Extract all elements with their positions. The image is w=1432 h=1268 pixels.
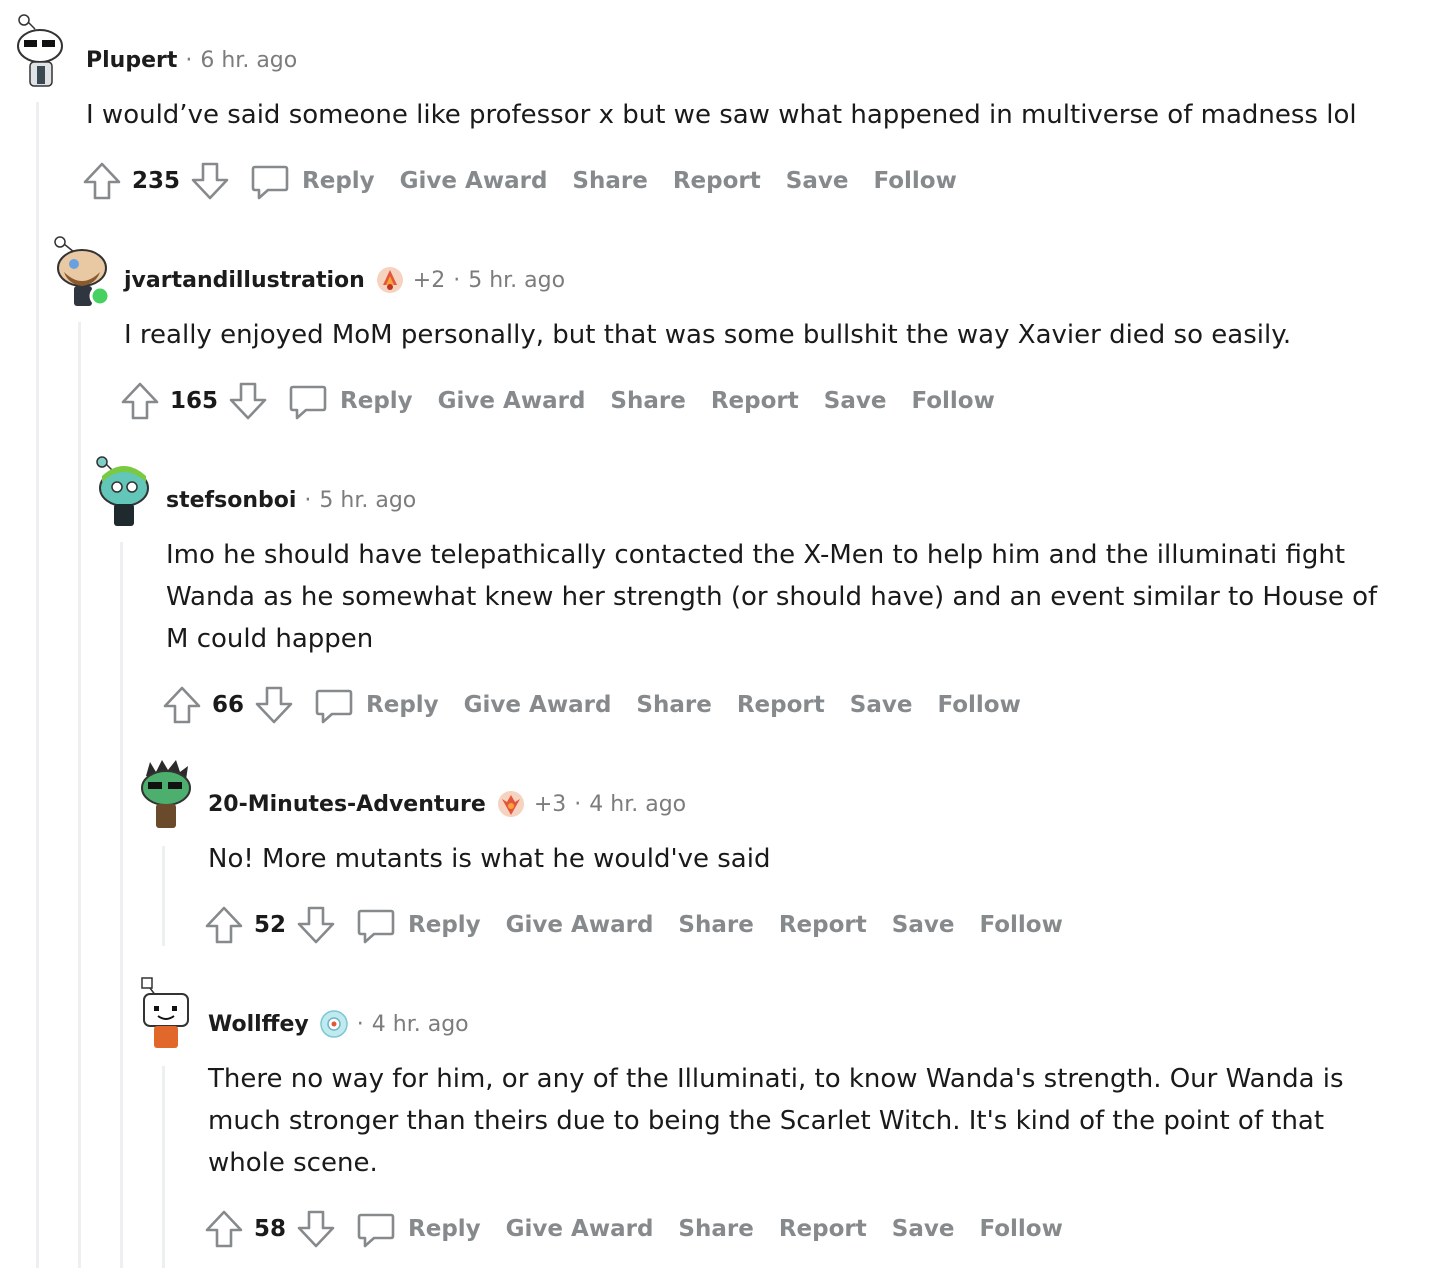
award-icon[interactable]	[319, 1009, 349, 1039]
give-award-button[interactable]: Give Award	[506, 912, 654, 938]
comment-body: No! More mutants is what he would've sai…	[208, 844, 771, 874]
award-count[interactable]: +3	[534, 792, 566, 817]
save-button[interactable]: Save	[892, 1216, 955, 1242]
report-button[interactable]: Report	[737, 692, 825, 718]
upvote-icon[interactable]	[120, 381, 160, 421]
username[interactable]: Plupert	[86, 48, 177, 73]
vote-score: 235	[132, 168, 181, 194]
comment-icon	[251, 165, 289, 200]
save-button[interactable]: Save	[786, 168, 849, 194]
reply-button[interactable]: Reply	[250, 161, 400, 201]
give-award-button[interactable]: Give Award	[464, 692, 612, 718]
downvote-icon[interactable]	[296, 905, 336, 945]
thread-line[interactable]	[162, 846, 165, 946]
award-count[interactable]: +2	[413, 268, 445, 293]
give-award-button[interactable]: Give Award	[400, 168, 548, 194]
upvote-icon[interactable]	[204, 1209, 244, 1249]
reply-label: Reply	[408, 1216, 481, 1242]
comment-body: I would’ve said someone like professor x…	[86, 100, 1357, 130]
downvote-icon[interactable]	[296, 1209, 336, 1249]
comment-icon	[289, 385, 327, 420]
avatar[interactable]	[50, 232, 114, 307]
avatar[interactable]	[134, 756, 198, 828]
timestamp[interactable]: 5 hr. ago	[319, 488, 416, 513]
username[interactable]: 20-Minutes-Adventure	[208, 792, 486, 817]
follow-button[interactable]: Follow	[937, 692, 1020, 718]
share-button[interactable]: Share	[610, 388, 685, 414]
award-icon[interactable]	[496, 789, 526, 819]
downvote-icon[interactable]	[228, 381, 268, 421]
timestamp[interactable]: 4 hr. ago	[372, 1012, 469, 1037]
report-button[interactable]: Report	[779, 1216, 867, 1242]
reply-label: Reply	[340, 388, 413, 414]
report-button[interactable]: Report	[711, 388, 799, 414]
separator-dot: ·	[356, 1011, 364, 1037]
follow-button[interactable]: Follow	[873, 168, 956, 194]
reply-button[interactable]: Reply	[288, 381, 438, 421]
thread-line[interactable]	[162, 1066, 165, 1268]
reply-button[interactable]: Reply	[356, 905, 506, 945]
timestamp[interactable]: 4 hr. ago	[589, 792, 686, 817]
vote-score: 58	[254, 1216, 287, 1242]
follow-button[interactable]: Follow	[979, 1216, 1062, 1242]
username[interactable]: jvartandillustration	[124, 268, 365, 293]
username[interactable]: Wollffey	[208, 1012, 309, 1037]
thread-line[interactable]	[78, 322, 81, 1268]
upvote-icon[interactable]	[204, 905, 244, 945]
separator-dot: ·	[185, 47, 193, 73]
give-award-button[interactable]: Give Award	[438, 388, 586, 414]
reply-button[interactable]: Reply	[356, 1209, 506, 1249]
reply-label: Reply	[302, 168, 375, 194]
avatar[interactable]	[8, 14, 72, 87]
username[interactable]: stefsonboi	[166, 488, 296, 513]
follow-button[interactable]: Follow	[911, 388, 994, 414]
reply-label: Reply	[408, 912, 481, 938]
award-icon[interactable]	[375, 265, 405, 295]
downvote-icon[interactable]	[254, 685, 294, 725]
report-button[interactable]: Report	[673, 168, 761, 194]
comment-body: There no way for him, or any of the Illu…	[208, 1064, 1344, 1178]
separator-dot: ·	[304, 487, 312, 513]
timestamp[interactable]: 6 hr. ago	[200, 48, 297, 73]
avatar[interactable]	[92, 454, 156, 526]
share-button[interactable]: Share	[636, 692, 711, 718]
thread-line[interactable]	[36, 102, 39, 1268]
upvote-icon[interactable]	[162, 685, 202, 725]
separator-dot: ·	[453, 267, 461, 293]
reply-button[interactable]: Reply	[314, 685, 464, 725]
share-button[interactable]: Share	[678, 1216, 753, 1242]
reply-label: Reply	[366, 692, 439, 718]
comment-icon	[357, 909, 395, 944]
save-button[interactable]: Save	[850, 692, 913, 718]
comment-icon	[315, 689, 353, 724]
timestamp[interactable]: 5 hr. ago	[468, 268, 565, 293]
comment-body: I really enjoyed MoM personally, but tha…	[124, 320, 1292, 350]
upvote-icon[interactable]	[82, 161, 122, 201]
save-button[interactable]: Save	[892, 912, 955, 938]
follow-button[interactable]: Follow	[979, 912, 1062, 938]
comment-icon	[357, 1213, 395, 1248]
thread-line[interactable]	[120, 542, 123, 1268]
avatar[interactable]	[134, 976, 198, 1048]
save-button[interactable]: Save	[824, 388, 887, 414]
report-button[interactable]: Report	[779, 912, 867, 938]
downvote-icon[interactable]	[190, 161, 230, 201]
vote-score: 66	[212, 692, 245, 718]
share-button[interactable]: Share	[678, 912, 753, 938]
separator-dot: ·	[574, 791, 582, 817]
give-award-button[interactable]: Give Award	[506, 1216, 654, 1242]
vote-score: 52	[254, 912, 287, 938]
comment-body: Imo he should have telepathically contac…	[166, 540, 1378, 654]
share-button[interactable]: Share	[572, 168, 647, 194]
vote-score: 165	[170, 388, 219, 414]
